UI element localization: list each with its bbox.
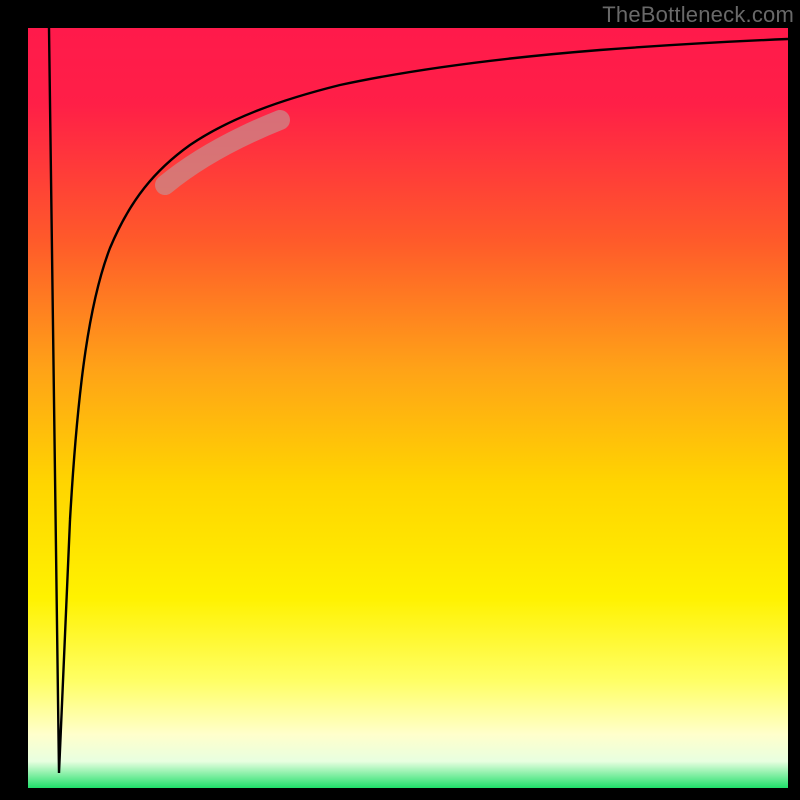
plot-area bbox=[28, 28, 788, 788]
chart-container: TheBottleneck.com bbox=[0, 0, 800, 800]
chart-svg bbox=[0, 0, 800, 800]
watermark-text: TheBottleneck.com bbox=[602, 2, 794, 28]
